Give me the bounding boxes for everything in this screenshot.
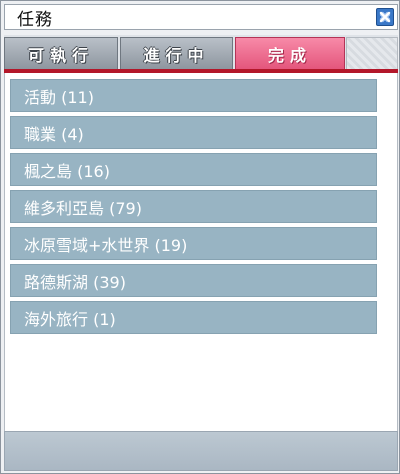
close-button[interactable] (376, 8, 394, 26)
category-list: 活動 (11) 職業 (4) 楓之島 (16) 維多利亞島 (79) 冰原雪域+… (10, 79, 377, 338)
tab-available[interactable]: 可執行 (4, 37, 118, 69)
tab-completed[interactable]: 完成 (235, 37, 345, 69)
category-row-el-nath-aqua[interactable]: 冰原雪域+水世界 (19) (10, 227, 377, 260)
category-row-jobs[interactable]: 職業 (4) (10, 116, 377, 149)
quest-list-panel: 活動 (11) 職業 (4) 楓之島 (16) 維多利亞島 (79) 冰原雪域+… (4, 73, 398, 431)
category-row-events[interactable]: 活動 (11) (10, 79, 377, 112)
tab-in-progress[interactable]: 進行中 (120, 37, 233, 69)
title-bar[interactable]: 任務 (4, 4, 398, 30)
window-footer (4, 431, 398, 471)
category-row-maple-island[interactable]: 楓之島 (16) (10, 153, 377, 186)
category-row-ludus-lake[interactable]: 路德斯湖 (39) (10, 264, 377, 297)
quest-window: 任務 可執行 進行中 完成 活動 (11) 職業 (4) 楓之島 (16) 維多… (0, 0, 400, 474)
window-title: 任務 (17, 9, 53, 30)
category-row-victoria-island[interactable]: 維多利亞島 (79) (10, 190, 377, 223)
category-row-world-tour[interactable]: 海外旅行 (1) (10, 301, 377, 334)
tab-bar: 可執行 進行中 完成 (4, 35, 398, 69)
tab-bar-filler (346, 37, 398, 69)
close-x-icon (379, 11, 391, 23)
